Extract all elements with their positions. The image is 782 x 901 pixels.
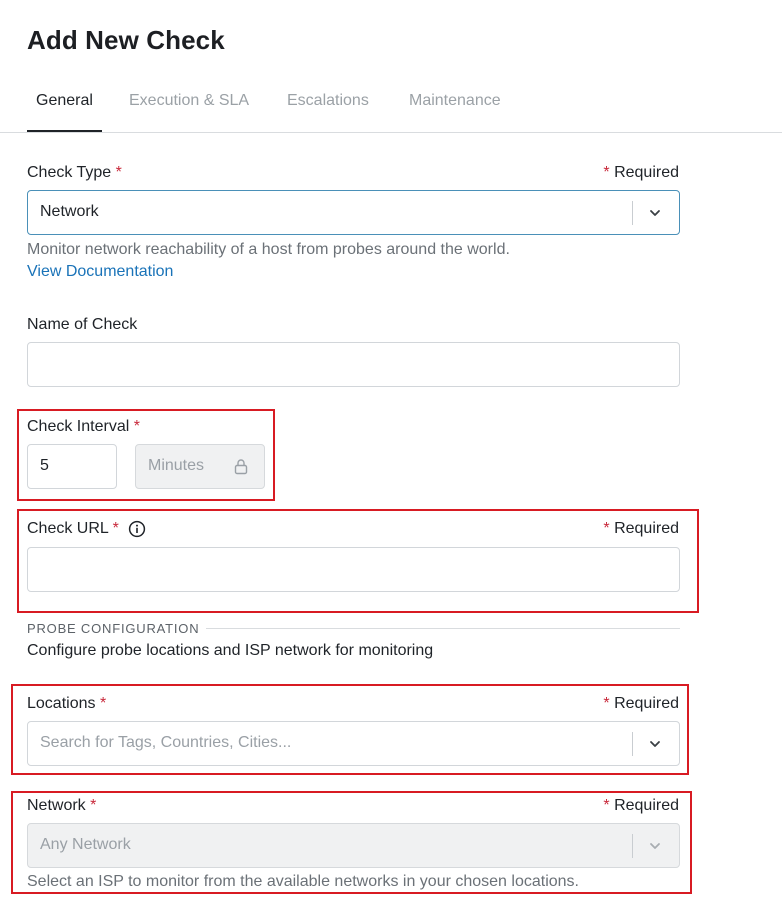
tab-escalations[interactable]: Escalations: [287, 92, 369, 110]
check-type-label: Check Type *: [27, 164, 122, 181]
probe-configuration-heading: PROBE CONFIGURATION: [27, 621, 200, 636]
locations-placeholder: Search for Tags, Countries, Cities...: [40, 734, 292, 751]
tab-maintenance[interactable]: Maintenance: [409, 92, 501, 110]
check-url-label: Check URL *: [27, 520, 119, 537]
select-divider: [632, 834, 633, 858]
info-icon[interactable]: [128, 520, 146, 538]
tab-general[interactable]: General: [36, 92, 93, 110]
network-help: Select an ISP to monitor from the availa…: [27, 873, 579, 890]
interval-unit-value: Minutes: [148, 457, 205, 474]
probe-configuration-description: Configure probe locations and ISP networ…: [27, 642, 434, 659]
tab-bar: General Execution & SLA Escalations Main…: [0, 84, 782, 133]
select-divider: [632, 732, 633, 756]
check-type-help: Monitor network reachability of a host f…: [27, 241, 510, 258]
check-interval-label: Check Interval *: [27, 418, 140, 435]
section-divider: [206, 628, 680, 629]
view-documentation-link[interactable]: View Documentation: [27, 263, 173, 281]
check-type-select[interactable]: Network: [27, 190, 680, 235]
network-value: Any Network: [40, 836, 131, 853]
check-url-input[interactable]: [27, 547, 680, 592]
network-required: * Required: [603, 797, 679, 814]
page-title: Add New Check: [27, 25, 225, 55]
locations-select[interactable]: Search for Tags, Countries, Cities...: [27, 721, 680, 766]
chevron-down-icon[interactable]: [647, 205, 663, 221]
name-of-check-input[interactable]: [27, 342, 680, 387]
network-label: Network *: [27, 797, 97, 814]
locations-label: Locations *: [27, 695, 107, 712]
chevron-down-icon[interactable]: [647, 838, 663, 854]
lock-icon: [234, 459, 248, 475]
check-type-required: * Required: [603, 164, 679, 181]
check-type-value: Network: [40, 203, 99, 220]
locations-required: * Required: [603, 695, 679, 712]
check-interval-input[interactable]: 5: [27, 444, 117, 489]
interval-unit-field: Minutes: [135, 444, 265, 489]
check-url-required: * Required: [603, 520, 679, 537]
network-select[interactable]: Any Network: [27, 823, 680, 868]
chevron-down-icon[interactable]: [647, 736, 663, 752]
name-of-check-label: Name of Check: [27, 316, 138, 333]
tab-execution-sla[interactable]: Execution & SLA: [129, 92, 249, 110]
active-tab-indicator: [27, 130, 102, 132]
select-divider: [632, 201, 633, 225]
